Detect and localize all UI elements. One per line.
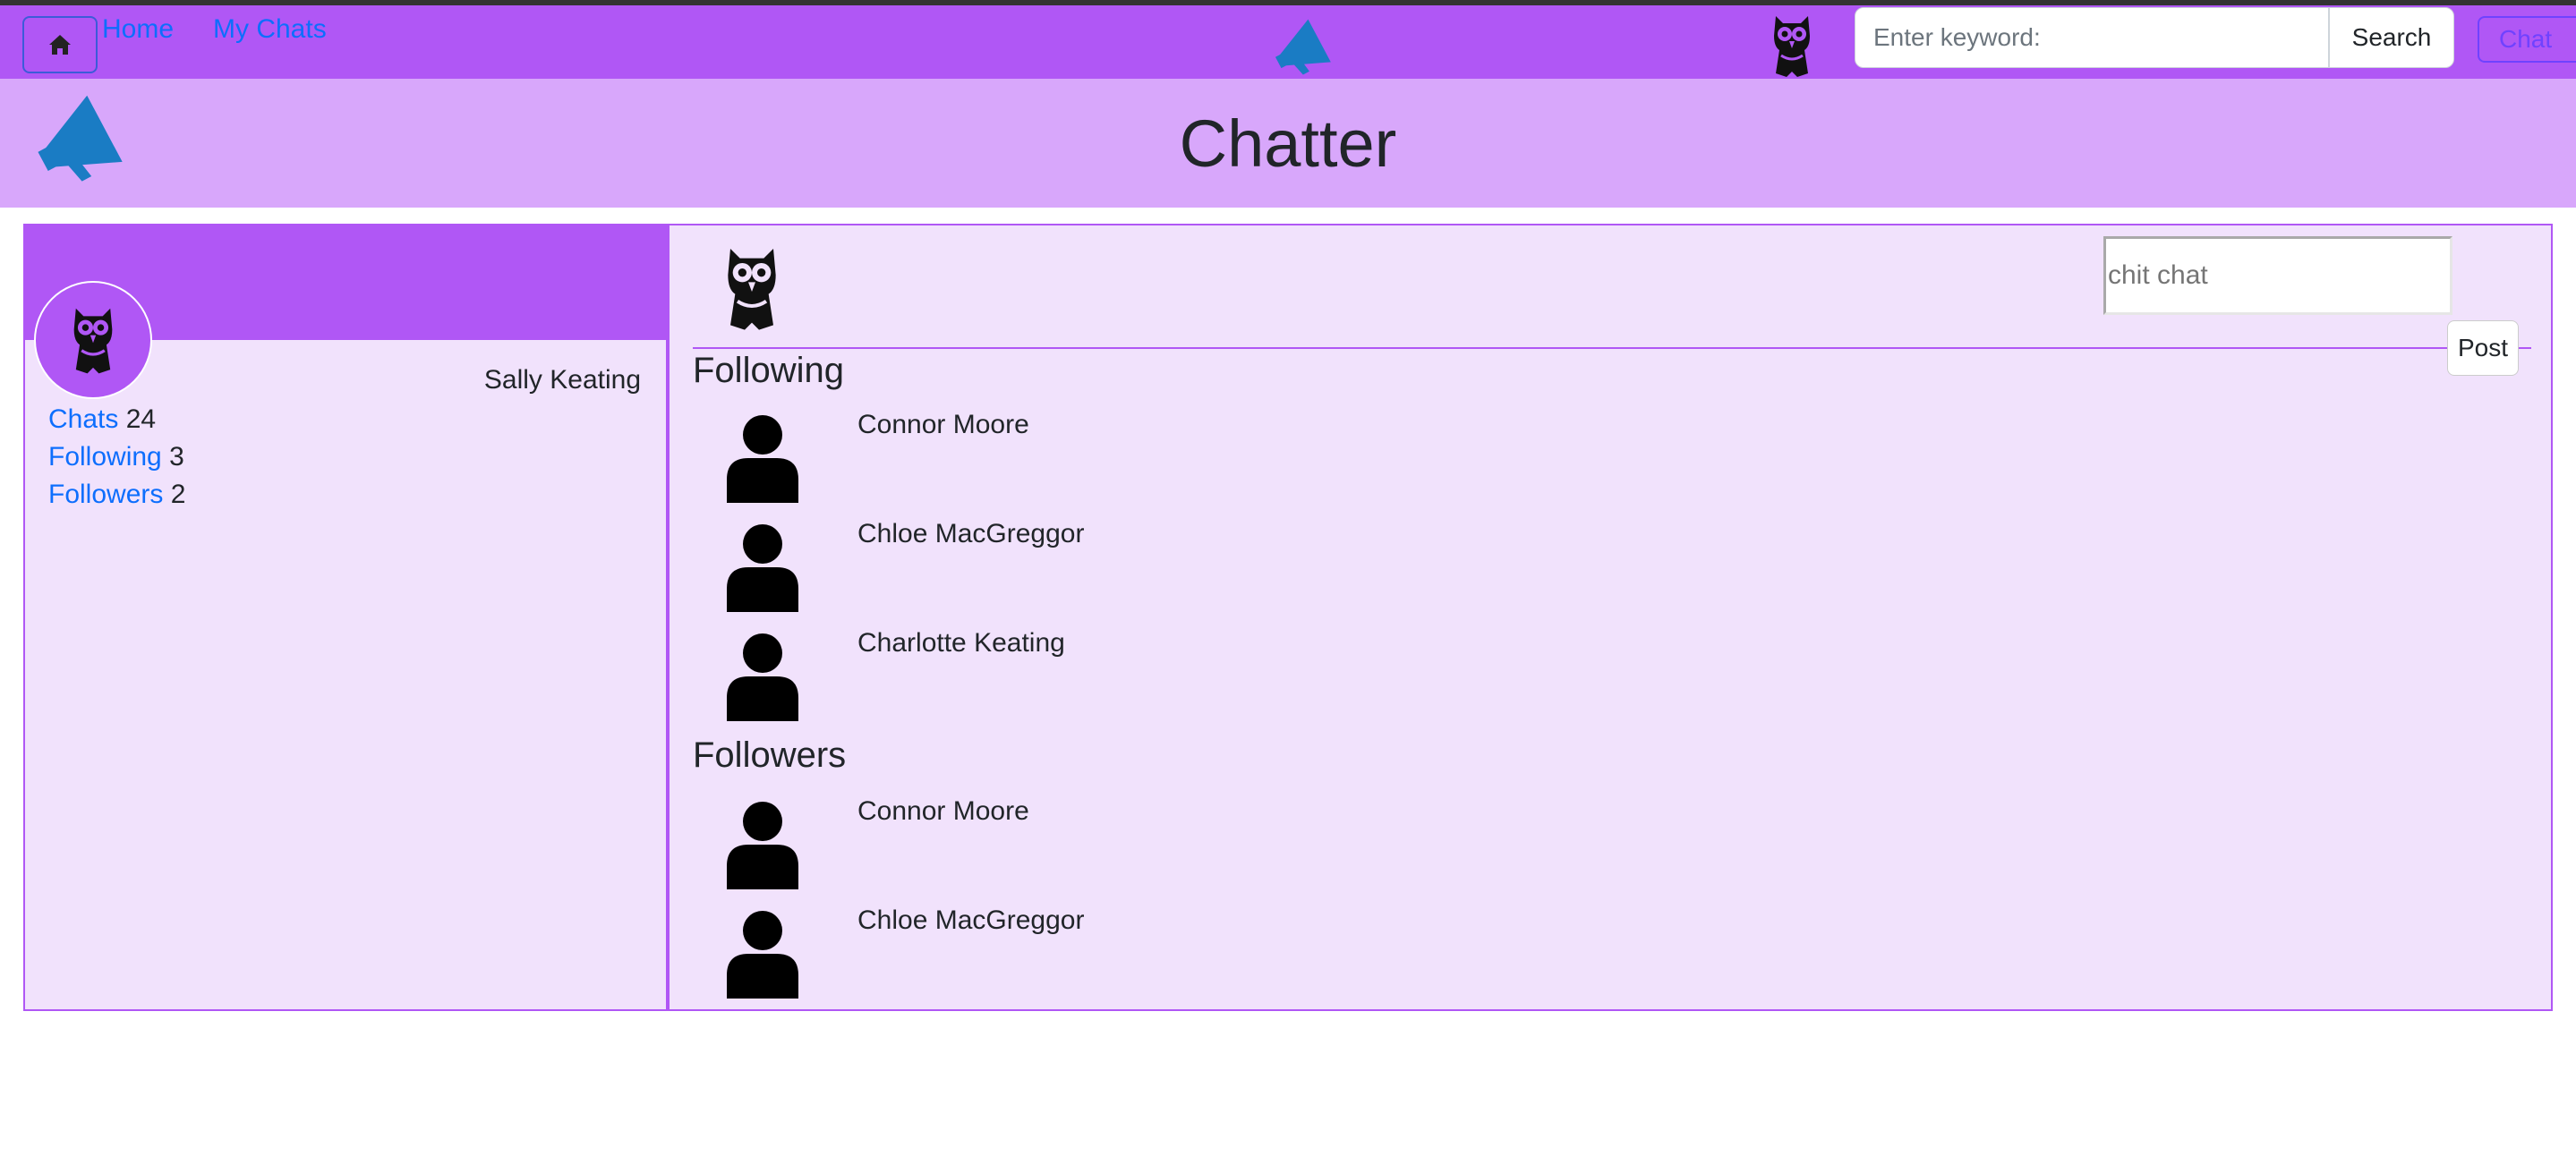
following-name[interactable]: Charlotte Keating xyxy=(857,628,1065,659)
follower-item[interactable]: Connor Moore xyxy=(725,796,1262,895)
followers-heading: Followers xyxy=(693,735,847,775)
main-panel: Post Following Connor Moore Chloe MacGre… xyxy=(668,224,2553,1011)
person-icon xyxy=(727,524,798,612)
banner: Chatter xyxy=(0,79,2576,208)
person-icon xyxy=(727,911,798,999)
following-item[interactable]: Connor Moore xyxy=(725,410,1262,508)
follower-name[interactable]: Chloe MacGreggor xyxy=(857,905,1084,936)
stat-chats-link[interactable]: Chats xyxy=(48,404,118,434)
nav-link-my-chats[interactable]: My Chats xyxy=(213,14,327,45)
post-button[interactable]: Post xyxy=(2447,320,2519,376)
owl-icon xyxy=(1774,16,1810,77)
owl-icon xyxy=(73,308,113,374)
chat-button[interactable]: Chat xyxy=(2478,16,2576,63)
avatar[interactable] xyxy=(34,281,152,399)
stat-chats-count: 24 xyxy=(125,404,157,434)
nav-link-home[interactable]: Home xyxy=(102,14,174,45)
home-icon xyxy=(49,35,71,55)
divider xyxy=(693,347,2531,349)
home-icon-button[interactable] xyxy=(22,16,98,73)
person-icon xyxy=(727,802,798,889)
person-icon xyxy=(727,415,798,503)
following-item[interactable]: Charlotte Keating xyxy=(725,628,1262,727)
following-name[interactable]: Chloe MacGreggor xyxy=(857,519,1084,549)
following-name[interactable]: Connor Moore xyxy=(857,410,1029,440)
chit-chat-input[interactable] xyxy=(2103,236,2452,315)
following-heading: Following xyxy=(693,351,844,390)
follower-name[interactable]: Connor Moore xyxy=(857,796,1029,827)
person-icon xyxy=(727,633,798,721)
navbar: Home My Chats Search Chat xyxy=(0,5,2576,79)
stat-chats: Chats 24 xyxy=(48,404,156,435)
stat-followers-count: 2 xyxy=(170,480,186,509)
stat-following: Following 3 xyxy=(48,442,184,472)
profile-card: Sally Keating Chats 24 Following 3 Follo… xyxy=(23,224,668,1011)
owl-icon xyxy=(728,249,776,330)
stat-followers: Followers 2 xyxy=(48,480,185,510)
stat-following-link[interactable]: Following xyxy=(48,442,162,472)
page-title: Chatter xyxy=(1179,106,1397,181)
stat-followers-link[interactable]: Followers xyxy=(48,480,163,509)
follower-item[interactable]: Chloe MacGreggor xyxy=(725,905,1262,1004)
stat-following-count: 3 xyxy=(169,442,184,472)
profile-name: Sally Keating xyxy=(483,365,641,395)
following-item[interactable]: Chloe MacGreggor xyxy=(725,519,1262,617)
search-button[interactable]: Search xyxy=(2329,7,2454,68)
search-input[interactable] xyxy=(1855,7,2329,68)
megaphone-icon xyxy=(1275,19,1331,75)
